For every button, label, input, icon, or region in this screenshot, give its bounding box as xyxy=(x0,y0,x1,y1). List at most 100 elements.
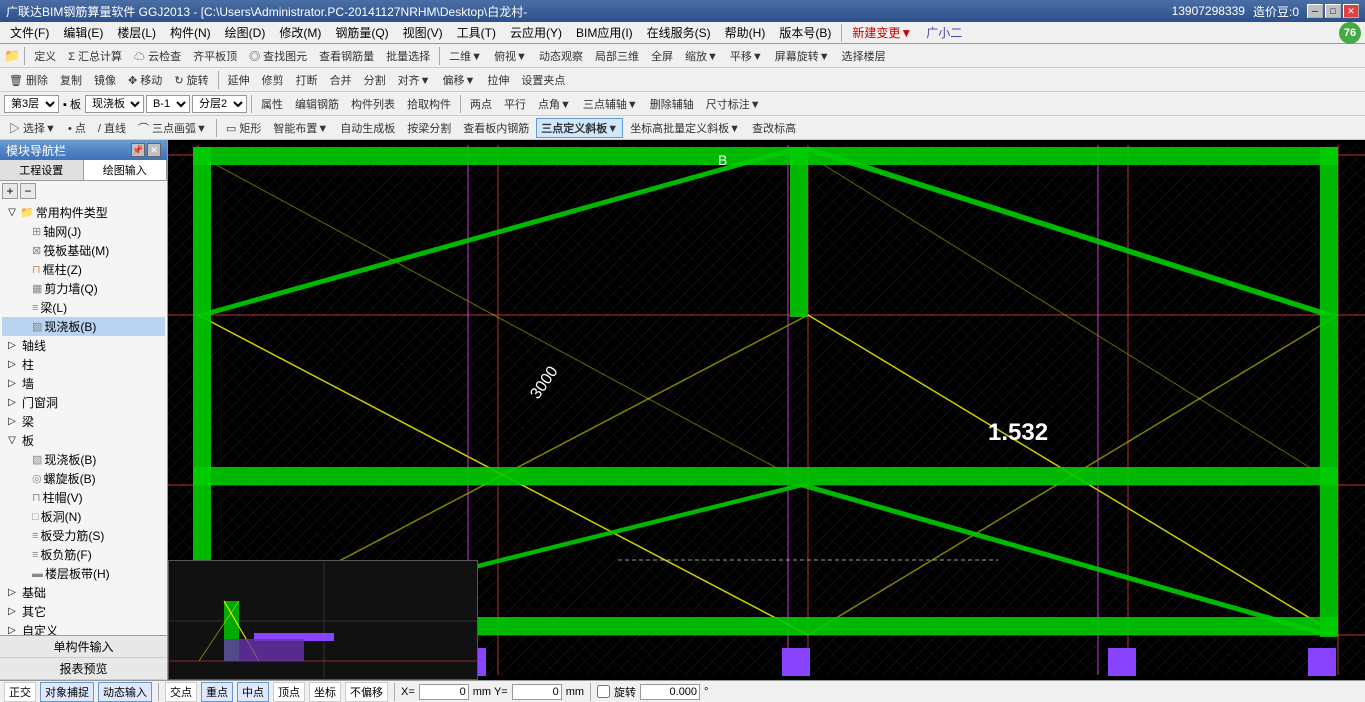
menu-gxiao[interactable]: 广小二 xyxy=(920,22,968,43)
btn-trim[interactable]: 修剪 xyxy=(257,70,289,90)
btn-report-preview[interactable]: 报表预览 xyxy=(0,658,167,680)
btn-point-angle[interactable]: 点角▼ xyxy=(533,94,576,114)
status-coord[interactable]: 坐标 xyxy=(309,682,341,702)
tree-item-opening[interactable]: □ 板洞(N) xyxy=(2,507,165,526)
tree-item-shearwall[interactable]: ▦ 剪力墙(Q) xyxy=(2,279,165,298)
btn-offset[interactable]: 偏移▼ xyxy=(437,70,480,90)
layer-select[interactable]: 分层2 xyxy=(192,95,247,113)
status-midpoint[interactable]: 重点 xyxy=(201,682,233,702)
minimize-button[interactable]: ─ xyxy=(1307,4,1323,18)
btn-add-component[interactable]: + xyxy=(2,183,18,199)
menu-online[interactable]: 在线服务(S) xyxy=(641,22,717,43)
btn-break[interactable]: 打断 xyxy=(291,70,323,90)
btn-line-draw[interactable]: / 直线 xyxy=(93,118,131,138)
btn-partial-3d[interactable]: 局部三维 xyxy=(590,46,644,66)
btn-fullscreen[interactable]: 全屏 xyxy=(646,46,678,66)
status-no-offset[interactable]: 不偏移 xyxy=(345,682,388,702)
btn-zoom[interactable]: 缩放▼ xyxy=(680,46,723,66)
menu-new-change[interactable]: 新建变更▼ xyxy=(846,22,918,43)
btn-check-elevation[interactable]: 查改标高 xyxy=(747,118,801,138)
btn-cloud-check[interactable]: ☁ 云检查 xyxy=(129,46,186,66)
rotate-input[interactable] xyxy=(640,684,700,700)
tree-item-spiral[interactable]: ◎ 螺旋板(B) xyxy=(2,469,165,488)
btn-dynamic-obs[interactable]: 动态观察 xyxy=(534,46,588,66)
tab-draw-input[interactable]: 绘图输入 xyxy=(84,160,168,180)
btn-split-by-beam[interactable]: 按梁分割 xyxy=(402,118,456,138)
tree-item-foundation[interactable]: ⊠ 筏板基础(M) xyxy=(2,241,165,260)
btn-stretch[interactable]: 拉伸 xyxy=(482,70,514,90)
menu-file[interactable]: 文件(F) xyxy=(4,22,55,43)
menu-version[interactable]: 版本号(B) xyxy=(773,22,837,43)
tree-item-custom[interactable]: ▷ 自定义 xyxy=(2,621,165,635)
panel-close-button[interactable]: ✕ xyxy=(147,143,161,157)
btn-grip[interactable]: 设置夹点 xyxy=(516,70,570,90)
tree-item-slab-b[interactable]: ▧ 现浇板(B) xyxy=(2,450,165,469)
tree-item-rebar-neg[interactable]: ≡ 板负筋(F) xyxy=(2,545,165,564)
tree-item-slab-group[interactable]: ▽ 板 xyxy=(2,431,165,450)
btn-define[interactable]: 定义 xyxy=(29,46,61,66)
btn-remove-component[interactable]: − xyxy=(20,183,36,199)
status-vertex[interactable]: 顶点 xyxy=(273,682,305,702)
menu-component[interactable]: 构件(N) xyxy=(164,22,217,43)
btn-smart-layout[interactable]: 智能布置▼ xyxy=(268,118,333,138)
tree-item-rebar-stress[interactable]: ≡ 板受力筋(S) xyxy=(2,526,165,545)
btn-2d[interactable]: 二维▼ xyxy=(444,46,487,66)
btn-find-element[interactable]: ◎ 查找图元 xyxy=(244,46,312,66)
menu-help[interactable]: 帮助(H) xyxy=(719,22,772,43)
tree-item-strip[interactable]: ▬ 楼层板带(H) xyxy=(2,564,165,583)
floor-select[interactable]: 第3层 xyxy=(4,95,59,113)
btn-summary[interactable]: Σ 汇总计算 xyxy=(63,46,127,66)
tree-item-other[interactable]: ▷ 其它 xyxy=(2,602,165,621)
btn-copy[interactable]: 复制 xyxy=(55,70,87,90)
btn-coord-slope[interactable]: 坐标高批量定义斜板▼ xyxy=(625,118,745,138)
maximize-button[interactable]: □ xyxy=(1325,4,1341,18)
btn-rotate[interactable]: ↻ 旋转 xyxy=(169,70,213,90)
btn-mirror[interactable]: 镜像 xyxy=(89,70,121,90)
slab-type-select[interactable]: 现浇板 xyxy=(85,95,144,113)
tab-project-settings[interactable]: 工程设置 xyxy=(0,160,84,180)
btn-pan[interactable]: 平移▼ xyxy=(725,46,768,66)
btn-split[interactable]: 分割 xyxy=(359,70,391,90)
menu-rebar-qty[interactable]: 钢筋量(Q) xyxy=(329,22,394,43)
status-dynamic-input[interactable]: 动态输入 xyxy=(98,682,152,702)
x-input[interactable] xyxy=(419,684,469,700)
menu-view[interactable]: 视图(V) xyxy=(397,22,449,43)
btn-view-rebar-inner[interactable]: 查看板内钢筋 xyxy=(458,118,534,138)
btn-parallel[interactable]: 平行 xyxy=(499,94,531,114)
tree-item-column[interactable]: ⊓ 框柱(Z) xyxy=(2,260,165,279)
status-orthogonal[interactable]: 正交 xyxy=(4,682,36,702)
tree-item-colcap[interactable]: ⊓ 柱帽(V) xyxy=(2,488,165,507)
btn-three-point-aux[interactable]: 三点辅轴▼ xyxy=(578,94,643,114)
btn-level-top[interactable]: 齐平板顶 xyxy=(188,46,242,66)
btn-two-point[interactable]: 两点 xyxy=(465,94,497,114)
panel-pin-button[interactable]: 📌 xyxy=(131,143,145,157)
btn-property[interactable]: 属性 xyxy=(256,94,288,114)
tree-item-foundation-group[interactable]: ▷ 基础 xyxy=(2,583,165,602)
tree-item-axis[interactable]: ⊞ 轴网(J) xyxy=(2,222,165,241)
tree-item-axis-group[interactable]: ▷ 轴线 xyxy=(2,336,165,355)
menu-tools[interactable]: 工具(T) xyxy=(451,22,502,43)
menu-edit[interactable]: 编辑(E) xyxy=(57,22,109,43)
btn-select-floor[interactable]: 选择楼层 xyxy=(837,46,891,66)
tree-item-beam[interactable]: ≡ 梁(L) xyxy=(2,298,165,317)
btn-batch-select[interactable]: 批量选择 xyxy=(381,46,435,66)
close-button[interactable]: ✕ xyxy=(1343,4,1359,18)
tree-item-col-group[interactable]: ▷ 柱 xyxy=(2,355,165,374)
menu-draw[interactable]: 绘图(D) xyxy=(219,22,272,43)
btn-merge[interactable]: 合并 xyxy=(325,70,357,90)
menu-modify[interactable]: 修改(M) xyxy=(273,22,327,43)
btn-pick-component[interactable]: 拾取构件 xyxy=(402,94,456,114)
btn-point-draw[interactable]: • 点 xyxy=(63,118,91,138)
tree-item-door-group[interactable]: ▷ 门窗洞 xyxy=(2,393,165,412)
btn-view-rebar[interactable]: 查看钢筋量 xyxy=(314,46,379,66)
tree-item-beam-group[interactable]: ▷ 梁 xyxy=(2,412,165,431)
btn-select-mode[interactable]: ▷ 选择▼ xyxy=(4,118,61,138)
menu-cloud[interactable]: 云应用(Y) xyxy=(504,22,568,43)
btn-arc-draw[interactable]: ⌒ 三点画弧▼ xyxy=(133,118,212,138)
canvas-area[interactable]: B A 3000 1.532 .690 .690 1 1 2 tE xyxy=(168,140,1365,680)
tree-item-slab-cast[interactable]: ▧ 现浇板(B) xyxy=(2,317,165,336)
btn-delete-aux[interactable]: 删除辅轴 xyxy=(645,94,699,114)
menu-bim[interactable]: BIM应用(I) xyxy=(570,22,639,43)
slab-name-select[interactable]: B-1 xyxy=(146,95,190,113)
btn-screen-rotate[interactable]: 屏幕旋转▼ xyxy=(770,46,835,66)
